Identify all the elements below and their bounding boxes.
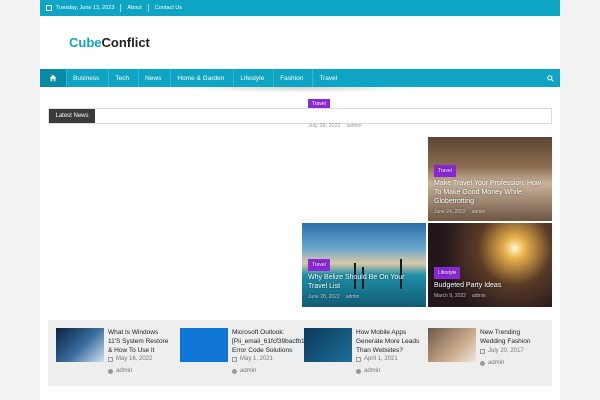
post-date: May 1, 2021 [240,356,274,362]
search-icon [546,74,554,82]
nav-news[interactable]: News [138,69,170,87]
user-icon [108,368,113,374]
featured-tile-2[interactable]: Travel Why Belize Should Be On Your Trav… [302,223,426,307]
calendar-icon [480,348,485,354]
user-icon [480,360,485,366]
contact-link[interactable]: Contact Us [155,5,182,11]
tile-date: March 9, 2022 [434,293,466,299]
calendar-icon [232,356,237,362]
category-badge[interactable]: Travel [434,165,456,177]
post-card: New Trending Wedding Fashion July 20, 20… [420,328,544,380]
post-author[interactable]: admin [488,360,504,366]
about-link[interactable]: About [127,5,141,11]
page: Tuesday, June 13, 2023 About Contact Us … [40,0,560,400]
post-date: July 20, 2017 [488,348,524,354]
post-thumbnail[interactable] [180,328,228,362]
search-button[interactable] [540,69,560,87]
tile-title[interactable]: Make Travel Your Profession: How To Make… [434,179,546,206]
category-badge[interactable]: Lifestyle [434,267,461,279]
ticker-label: Latest News [49,109,95,123]
nav-home-garden[interactable]: Home & Garden [170,69,233,87]
featured-tile-1[interactable]: Travel Make Travel Your Profession: How … [428,137,552,221]
main-nav: Business Tech News Home & Garden Lifesty… [40,69,560,87]
news-ticker: Latest News [48,108,552,124]
post-card: How Mobile Apps Generate More Leads Than… [296,328,420,380]
post-author[interactable]: admin [240,368,256,374]
post-card: Microsoft Outlook: [Pii_email_61fcf39bac… [172,328,308,380]
logo-part-1: Cube [69,35,102,50]
post-date: May 16, 2022 [116,356,153,362]
recent-posts-strip: What Is Windows 11'S System Restore & Ho… [48,320,552,386]
featured-author[interactable]: admin [347,123,362,129]
home-button[interactable] [40,69,66,87]
post-date: April 1, 2021 [364,356,398,362]
nav-shadow [180,87,420,93]
nav-fashion[interactable]: Fashion [273,69,312,87]
post-author[interactable]: admin [116,368,132,374]
tile-author[interactable]: admin [346,293,360,302]
calendar-icon [46,5,52,11]
tile-date: June 24, 2022 [434,209,466,215]
top-bar: Tuesday, June 13, 2023 About Contact Us [40,0,560,16]
post-author[interactable]: admin [364,368,380,374]
nav-travel[interactable]: Travel [312,69,346,87]
tile-date: June 28, 2022 [308,294,340,300]
nav-business[interactable]: Business [66,69,108,87]
featured-date: July 28, 2022 [308,123,341,129]
user-icon [232,368,237,374]
logo-part-2: Conflict [101,35,150,50]
topbar-date: Tuesday, June 13, 2023 [46,5,114,11]
nav-lifestyle[interactable]: Lifestyle [233,69,273,87]
date-text: Tuesday, June 13, 2023 [56,5,115,11]
featured-meta: July 28, 2022 admin [308,123,362,129]
tile-author[interactable]: admin [472,292,486,301]
post-thumbnail[interactable] [428,328,476,362]
post-card: What Is Windows 11'S System Restore & Ho… [48,328,172,380]
site-logo[interactable]: CubeConflict [69,35,150,50]
tile-title[interactable]: Why Belize Should Be On Your Travel List [308,273,420,291]
category-badge[interactable]: Travel [308,99,330,108]
post-title[interactable]: Microsoft Outlook: [Pii_email_61fcf39bac… [232,328,308,355]
category-badge[interactable]: Travel [308,259,330,271]
home-icon [49,74,57,82]
featured-tile-3[interactable]: Lifestyle Budgeted Party Ideas March 9, … [428,223,552,307]
post-thumbnail[interactable] [304,328,352,362]
tile-author[interactable]: admin [472,208,486,217]
post-title[interactable]: How Mobile Apps Generate More Leads Than… [356,328,420,355]
post-title[interactable]: What Is Windows 11'S System Restore & Ho… [108,328,172,355]
post-thumbnail[interactable] [56,328,104,362]
calendar-icon [108,356,113,362]
tile-title[interactable]: Budgeted Party Ideas [434,281,546,290]
post-title[interactable]: New Trending Wedding Fashion [480,328,544,346]
user-icon [356,368,361,374]
calendar-icon [356,356,361,362]
nav-tech[interactable]: Tech [108,69,138,87]
